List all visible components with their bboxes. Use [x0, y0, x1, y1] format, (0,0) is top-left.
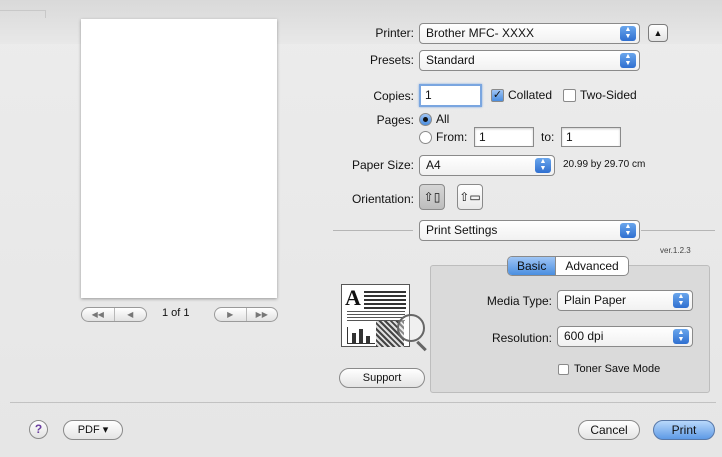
separator-left	[333, 230, 413, 231]
collapse-disclosure-button[interactable]: ▲	[648, 24, 668, 42]
printer-value: Brother MFC- XXXX	[426, 26, 535, 40]
printer-popup[interactable]: Brother MFC- XXXX ▲ ▼	[419, 23, 640, 44]
popup-arrows-icon: ▲ ▼	[673, 329, 689, 344]
landscape-orientation-button[interactable]: ⇧▭	[457, 184, 483, 210]
print-settings-value: Print Settings	[426, 223, 498, 237]
page-indicator: 1 of 1	[162, 307, 190, 319]
resolution-value: 600 dpi	[564, 329, 604, 343]
media-type-popup[interactable]: Plain Paper ▲ ▼	[557, 290, 693, 311]
collated-label: Collated	[508, 88, 553, 102]
pages-from-field[interactable]: 1	[474, 127, 534, 147]
preview-forward-buttons[interactable]: ▶ ▶▶	[214, 307, 278, 322]
portrait-orientation-button[interactable]: ⇧▯	[419, 184, 445, 210]
paper-size-label: Paper Size:	[351, 158, 414, 172]
separator-right	[641, 230, 715, 231]
tab-basic[interactable]: Basic	[508, 257, 557, 275]
preview-back-buttons[interactable]: ◀◀ ◀	[81, 307, 147, 322]
footer-separator	[10, 402, 716, 403]
last-page-icon[interactable]: ▶▶	[247, 308, 278, 321]
media-type-value: Plain Paper	[564, 293, 627, 307]
popup-arrows-icon: ▲ ▼	[620, 26, 636, 41]
print-dialog: ◀◀ ◀ 1 of 1 ▶ ▶▶ Printer: Brother MFC- X…	[0, 0, 722, 457]
presets-value: Standard	[426, 53, 475, 67]
settings-tabs: Basic Advanced	[507, 256, 629, 276]
pages-to-label: to:	[541, 130, 555, 144]
two-sided-checkbox[interactable]	[563, 89, 576, 102]
print-button[interactable]: Print	[653, 420, 715, 440]
page-preview	[81, 19, 277, 298]
portrait-orientation-icon: ⇧▯	[423, 190, 441, 204]
pages-all-label: All	[436, 112, 450, 126]
two-sided-label: Two-Sided	[580, 88, 637, 102]
toner-save-checkbox[interactable]	[558, 364, 569, 375]
previous-page-icon[interactable]: ◀	[115, 308, 147, 321]
copies-label: Copies:	[373, 89, 414, 103]
popup-arrows-icon: ▲ ▼	[535, 158, 551, 173]
pages-from-label: From:	[436, 130, 468, 144]
collated-checkbox[interactable]: ✓	[491, 89, 504, 102]
popup-arrows-icon: ▲ ▼	[673, 293, 689, 308]
pages-to-field[interactable]: 1	[561, 127, 621, 147]
presets-label: Presets:	[369, 53, 414, 67]
magnifier-handle	[416, 340, 427, 352]
version-text: ver.1.2.3	[660, 246, 691, 255]
copies-field[interactable]: 1	[419, 84, 482, 107]
orientation-label: Orientation:	[351, 192, 414, 206]
next-page-icon[interactable]: ▶	[215, 308, 247, 321]
first-page-icon[interactable]: ◀◀	[82, 308, 115, 321]
media-type-label: Media Type:	[486, 294, 552, 308]
printer-label: Printer:	[375, 26, 414, 40]
print-settings-popup[interactable]: Print Settings ▲ ▼	[419, 220, 640, 241]
resolution-popup[interactable]: 600 dpi ▲ ▼	[557, 326, 693, 347]
paper-dimensions: 20.99 by 29.70 cm	[563, 159, 646, 170]
triangle-up-icon: ▲	[653, 28, 663, 38]
toner-save-label: Toner Save Mode	[574, 363, 661, 375]
tab-advanced[interactable]: Advanced	[556, 257, 627, 275]
pages-label: Pages:	[376, 113, 414, 127]
resolution-label: Resolution:	[491, 331, 552, 345]
popup-arrows-icon: ▲ ▼	[620, 53, 636, 68]
popup-arrows-icon: ▲ ▼	[620, 223, 636, 238]
paper-size-popup[interactable]: A4 ▲ ▼	[419, 155, 555, 176]
help-button[interactable]: ?	[29, 420, 48, 439]
landscape-orientation-icon: ⇧▭	[459, 190, 481, 204]
paper-size-value: A4	[426, 158, 441, 172]
pdf-button[interactable]: PDF ▾	[63, 420, 123, 440]
pages-from-radio[interactable]	[419, 131, 432, 144]
question-mark-icon: ?	[34, 422, 43, 436]
window-edge-mark	[0, 10, 46, 18]
magnifier-icon	[397, 314, 425, 342]
pages-all-radio[interactable]	[419, 113, 432, 126]
presets-popup[interactable]: Standard ▲ ▼	[419, 50, 640, 71]
support-button[interactable]: Support	[339, 368, 425, 388]
print-sample-icon: A	[341, 284, 410, 347]
cancel-button[interactable]: Cancel	[578, 420, 640, 440]
